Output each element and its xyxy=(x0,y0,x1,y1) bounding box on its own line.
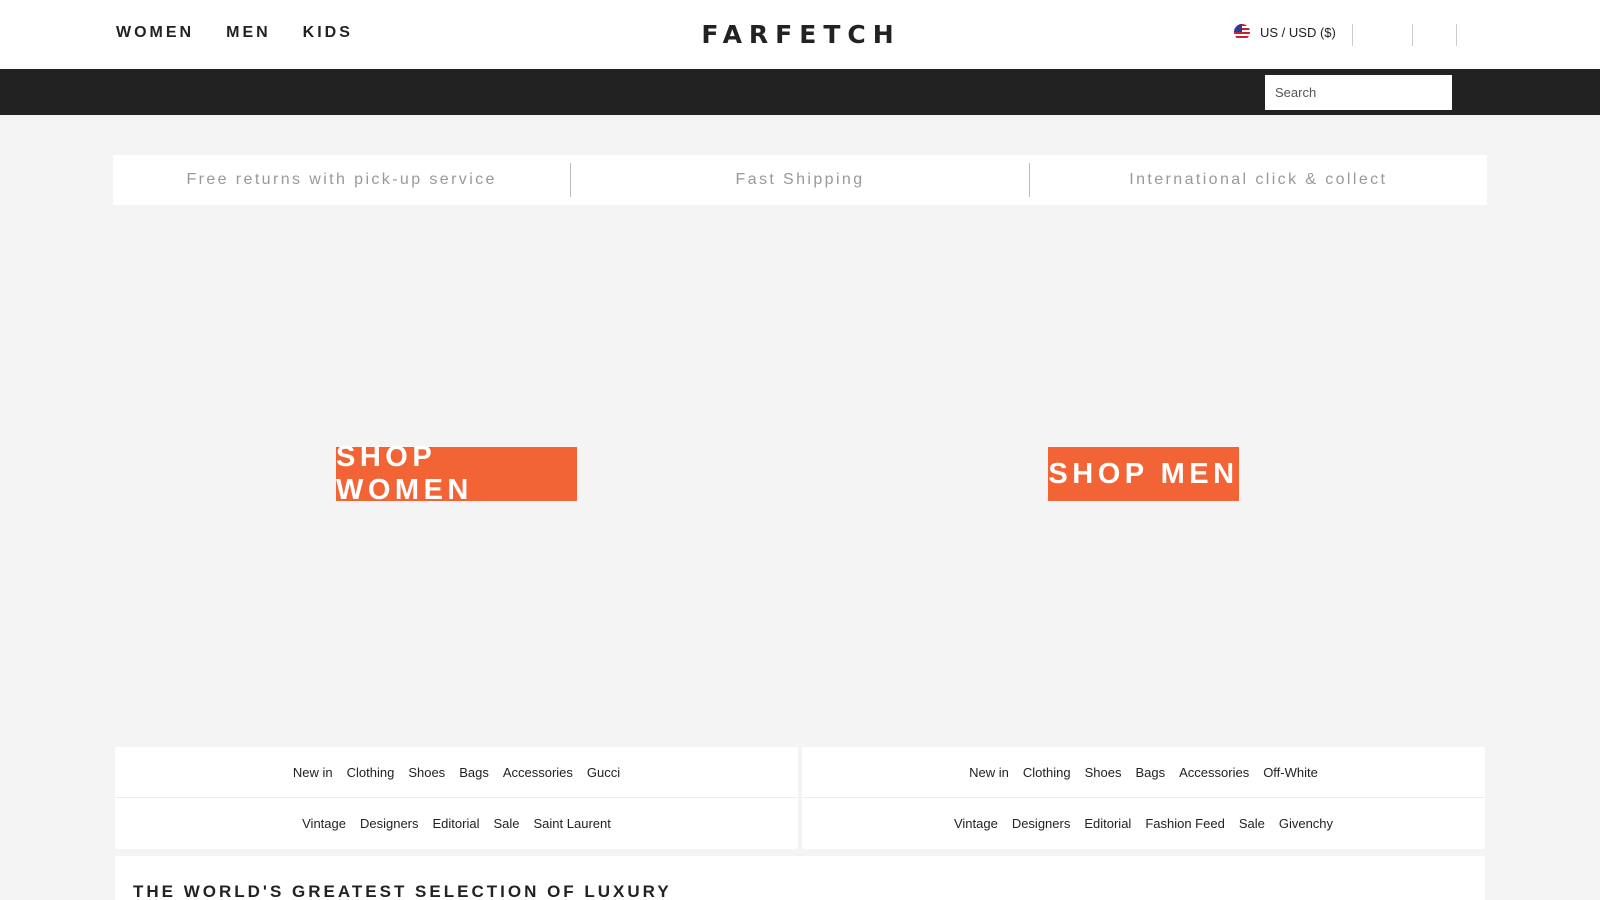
shop-men-button[interactable]: SHOP MEN xyxy=(1048,447,1239,501)
gender-nav: WOMEN MEN KIDS xyxy=(116,24,353,42)
nav-kids-link[interactable]: KIDS xyxy=(303,24,353,42)
hero-women[interactable]: SHOP WOMEN xyxy=(113,205,798,745)
wishlist-slot[interactable] xyxy=(1418,22,1458,48)
section-heading: THE WORLD'S GREATEST SELECTION OF LUXURY xyxy=(133,882,672,900)
usp-strip: Free returns with pick-up service Fast S… xyxy=(113,155,1487,205)
hero-men[interactable]: SHOP MEN xyxy=(800,205,1487,745)
women-link-gucci[interactable]: Gucci xyxy=(587,765,620,780)
logo-text: FARFETCH xyxy=(701,19,901,49)
women-link-designers[interactable]: Designers xyxy=(360,816,419,831)
women-link-editorial[interactable]: Editorial xyxy=(433,816,480,831)
shop-women-button[interactable]: SHOP WOMEN xyxy=(336,441,577,506)
farfetch-logo[interactable]: FARFETCH xyxy=(701,18,893,50)
site-header: WOMEN MEN KIDS FARFETCH US / USD ($) xyxy=(0,0,1600,70)
women-links-row: Vintage Designers Editorial Sale Saint L… xyxy=(115,797,798,849)
men-link-off-white[interactable]: Off-White xyxy=(1263,765,1318,780)
men-link-bags[interactable]: Bags xyxy=(1135,765,1165,780)
women-links-panel: New in Clothing Shoes Bags Accessories G… xyxy=(115,747,798,849)
luxury-section: THE WORLD'S GREATEST SELECTION OF LUXURY xyxy=(115,856,1485,900)
women-links-row: New in Clothing Shoes Bags Accessories G… xyxy=(115,747,798,797)
men-link-fashion-feed[interactable]: Fashion Feed xyxy=(1145,816,1225,831)
header-divider xyxy=(1412,24,1413,46)
men-links-panel: New in Clothing Shoes Bags Accessories O… xyxy=(802,747,1485,849)
women-link-clothing[interactable]: Clothing xyxy=(347,765,395,780)
men-link-accessories[interactable]: Accessories xyxy=(1179,765,1249,780)
header-divider xyxy=(1456,24,1457,46)
usp-click-collect: International click & collect xyxy=(1129,171,1388,188)
men-link-givenchy[interactable]: Givenchy xyxy=(1279,816,1333,831)
men-link-shoes[interactable]: Shoes xyxy=(1085,765,1122,780)
sign-in-slot[interactable] xyxy=(1372,22,1412,48)
women-link-saint-laurent[interactable]: Saint Laurent xyxy=(534,816,611,831)
women-link-vintage[interactable]: Vintage xyxy=(302,816,346,831)
header-divider xyxy=(1352,24,1353,46)
locale-selector[interactable]: US / USD ($) xyxy=(1234,24,1336,40)
men-link-sale[interactable]: Sale xyxy=(1239,816,1265,831)
women-link-accessories[interactable]: Accessories xyxy=(503,765,573,780)
women-link-shoes[interactable]: Shoes xyxy=(408,765,445,780)
women-link-sale[interactable]: Sale xyxy=(493,816,519,831)
category-bar xyxy=(0,70,1600,115)
usp-fast-shipping: Fast Shipping xyxy=(735,171,865,188)
us-flag-icon xyxy=(1234,24,1250,40)
men-link-vintage[interactable]: Vintage xyxy=(954,816,998,831)
men-link-new-in[interactable]: New in xyxy=(969,765,1009,780)
usp-free-returns: Free returns with pick-up service xyxy=(186,171,497,188)
men-links-row: New in Clothing Shoes Bags Accessories O… xyxy=(802,747,1485,797)
men-link-designers[interactable]: Designers xyxy=(1012,816,1071,831)
men-link-clothing[interactable]: Clothing xyxy=(1023,765,1071,780)
men-links-row: Vintage Designers Editorial Fashion Feed… xyxy=(802,797,1485,849)
nav-women-link[interactable]: WOMEN xyxy=(116,24,194,42)
men-link-editorial[interactable]: Editorial xyxy=(1084,816,1131,831)
bag-slot[interactable] xyxy=(1462,22,1502,48)
locale-label: US / USD ($) xyxy=(1260,24,1336,40)
women-link-bags[interactable]: Bags xyxy=(459,765,489,780)
nav-men-link[interactable]: MEN xyxy=(226,24,271,42)
search-input[interactable] xyxy=(1265,75,1452,110)
women-link-new-in[interactable]: New in xyxy=(293,765,333,780)
